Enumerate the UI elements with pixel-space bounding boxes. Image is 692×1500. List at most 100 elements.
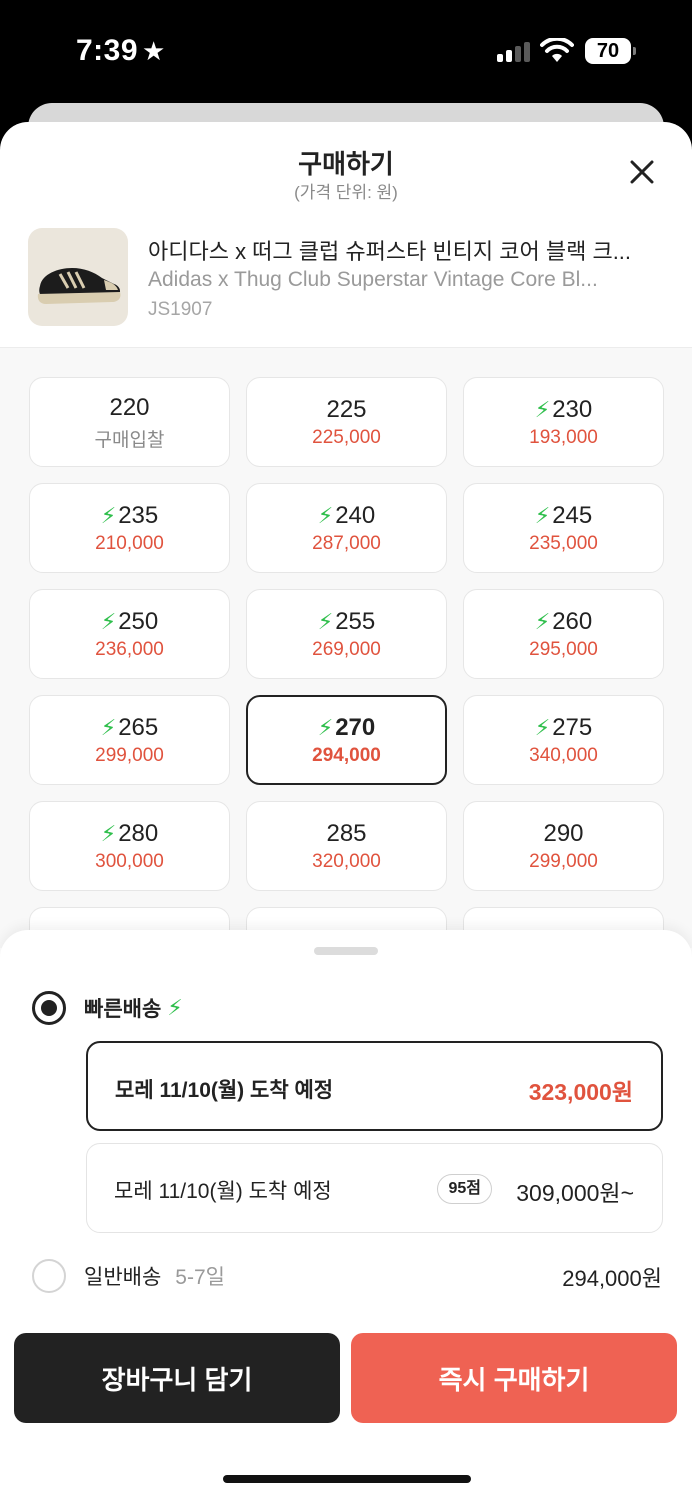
standard-delivery-price: 294,000원 [562,1266,662,1291]
size-price: 225,000 [312,427,381,448]
size-value: 230 [552,396,593,423]
size-label: ⚡ 275 [535,713,593,743]
delivery-option-price: 309,000원~ [516,1180,634,1206]
delivery-option-label: 모레 11/10(월) 도착 예정 [115,1079,334,1102]
size-label: 290 [543,819,583,849]
size-label: 225 [326,395,366,425]
size-label: ⚡ 280 [101,819,159,849]
size-price: 340,000 [529,745,598,766]
size-option-255[interactable]: ⚡ 255 269,000 [246,589,447,679]
size-value: 235 [118,502,159,529]
size-value: 280 [118,820,159,847]
battery-icon: 70 [585,38,636,64]
size-grid-area: 220 구매입찰 225 225,000 ⚡ 230 193,000 ⚡ 235 210,000 ⚡… [0,348,692,997]
size-price: 294,000 [312,745,381,766]
size-price: 236,000 [95,639,164,660]
standard-delivery-radio[interactable] [32,1259,66,1293]
size-label: ⚡ 245 [535,501,593,531]
size-value: 255 [335,608,376,635]
wifi-icon [540,38,574,62]
size-option-285[interactable]: 285 320,000 [246,801,447,891]
size-value: 245 [552,502,593,529]
size-value: 220 [109,393,150,421]
size-option-225[interactable]: 225 225,000 [246,377,447,467]
status-bar: 7:39 ★ 70 [0,0,692,100]
lightning-icon: ⚡ [100,715,117,740]
size-value: 285 [326,820,367,847]
size-grid: 220 구매입찰 225 225,000 ⚡ 230 193,000 ⚡ 235 210,000 ⚡… [29,377,664,997]
lightning-icon: ⚡ [167,995,183,1020]
size-option-265[interactable]: ⚡ 265 299,000 [29,695,230,785]
close-icon[interactable] [624,154,660,190]
size-label: ⚡ 255 [318,607,376,637]
size-option-280[interactable]: ⚡ 280 300,000 [29,801,230,891]
lightning-icon: ⚡ [317,503,334,528]
size-label: ⚡ 250 [101,607,159,637]
fast-delivery-radio[interactable] [32,991,66,1025]
buy-now-button[interactable]: 즉시 구매하기 [351,1333,677,1423]
delivery-option-price: 323,000원 [528,1079,633,1105]
size-option-230[interactable]: ⚡ 230 193,000 [463,377,664,467]
delivery-sheet: 빠른배송 ⚡ 모레 11/10(월) 도착 예정 323,000원 모레 11/… [0,930,692,1500]
size-option-260[interactable]: ⚡ 260 295,000 [463,589,664,679]
product-name-english: Adidas x Thug Club Superstar Vintage Cor… [148,268,598,291]
standard-delivery-label: 일반배송 [84,1266,162,1289]
size-price: 193,000 [529,427,598,448]
status-time: 7:39 ★ [76,34,166,67]
delivery-option-2[interactable]: 모레 11/10(월) 도착 예정 95점 309,000원~ [86,1143,663,1233]
signal-icon [497,40,531,62]
size-value: 270 [335,714,376,741]
size-label: ⚡ 235 [101,501,159,531]
product-summary: 아디다스 x 떠그 클럽 슈퍼스타 빈티지 코어 블랙 크... Adidas … [0,222,692,348]
size-label: ⚡ 240 [318,501,376,531]
size-label: ⚡ 270 [318,713,376,743]
size-price: 210,000 [95,533,164,554]
fast-delivery-label: 빠른배송 [84,998,162,1021]
size-value: 260 [552,608,593,635]
size-value: 290 [543,820,584,847]
lightning-icon: ⚡ [317,609,334,634]
standard-delivery-days: 5-7일 [175,1266,225,1289]
size-label: ⚡ 230 [535,395,593,425]
sheet-grabber[interactable] [314,947,378,955]
size-option-290[interactable]: 290 299,000 [463,801,664,891]
size-price: 295,000 [529,639,598,660]
size-price: 299,000 [95,745,164,766]
lightning-icon: ⚡ [100,609,117,634]
delivery-option-label: 모레 11/10(월) 도착 예정 [114,1180,332,1203]
size-price: 300,000 [95,851,164,872]
delivery-option-1[interactable]: 모레 11/10(월) 도착 예정 323,000원 [86,1041,663,1131]
add-to-cart-button[interactable]: 장바구니 담기 [14,1333,340,1423]
size-option-220[interactable]: 220 구매입찰 [29,377,230,467]
size-option-275[interactable]: ⚡ 275 340,000 [463,695,664,785]
fast-delivery-option[interactable]: 빠른배송 ⚡ [32,988,183,1028]
size-label: ⚡ 265 [101,713,159,743]
product-name-korean: 아디다스 x 떠그 클럽 슈퍼스타 빈티지 코어 블랙 크... [148,239,632,264]
lightning-icon: ⚡ [100,821,117,846]
price-unit-note: (가격 단위: 원) [294,183,398,202]
size-option-240[interactable]: ⚡ 240 287,000 [246,483,447,573]
size-value: 265 [118,714,159,741]
size-option-235[interactable]: ⚡ 235 210,000 [29,483,230,573]
lightning-icon: ⚡ [100,503,117,528]
size-value: 240 [335,502,376,529]
standard-delivery-option[interactable]: 일반배송 5-7일 [32,1256,225,1296]
size-value: 225 [326,396,367,423]
size-price: 235,000 [529,533,598,554]
score-badge: 95점 [437,1174,492,1204]
size-option-250[interactable]: ⚡ 250 236,000 [29,589,230,679]
lightning-icon: ⚡ [317,715,334,740]
lightning-icon: ⚡ [534,397,551,422]
size-price: 287,000 [312,533,381,554]
size-price: 299,000 [529,851,598,872]
home-indicator[interactable] [223,1475,471,1483]
lightning-icon: ⚡ [534,715,551,740]
size-price: 구매입찰 [94,429,165,451]
star-icon: ★ [142,36,166,66]
size-option-270[interactable]: ⚡ 270 294,000 [246,695,447,785]
size-option-245[interactable]: ⚡ 245 235,000 [463,483,664,573]
size-value: 275 [552,714,593,741]
product-thumbnail [28,228,128,326]
page-title: 구매하기 [298,149,394,179]
size-price: 320,000 [312,851,381,872]
